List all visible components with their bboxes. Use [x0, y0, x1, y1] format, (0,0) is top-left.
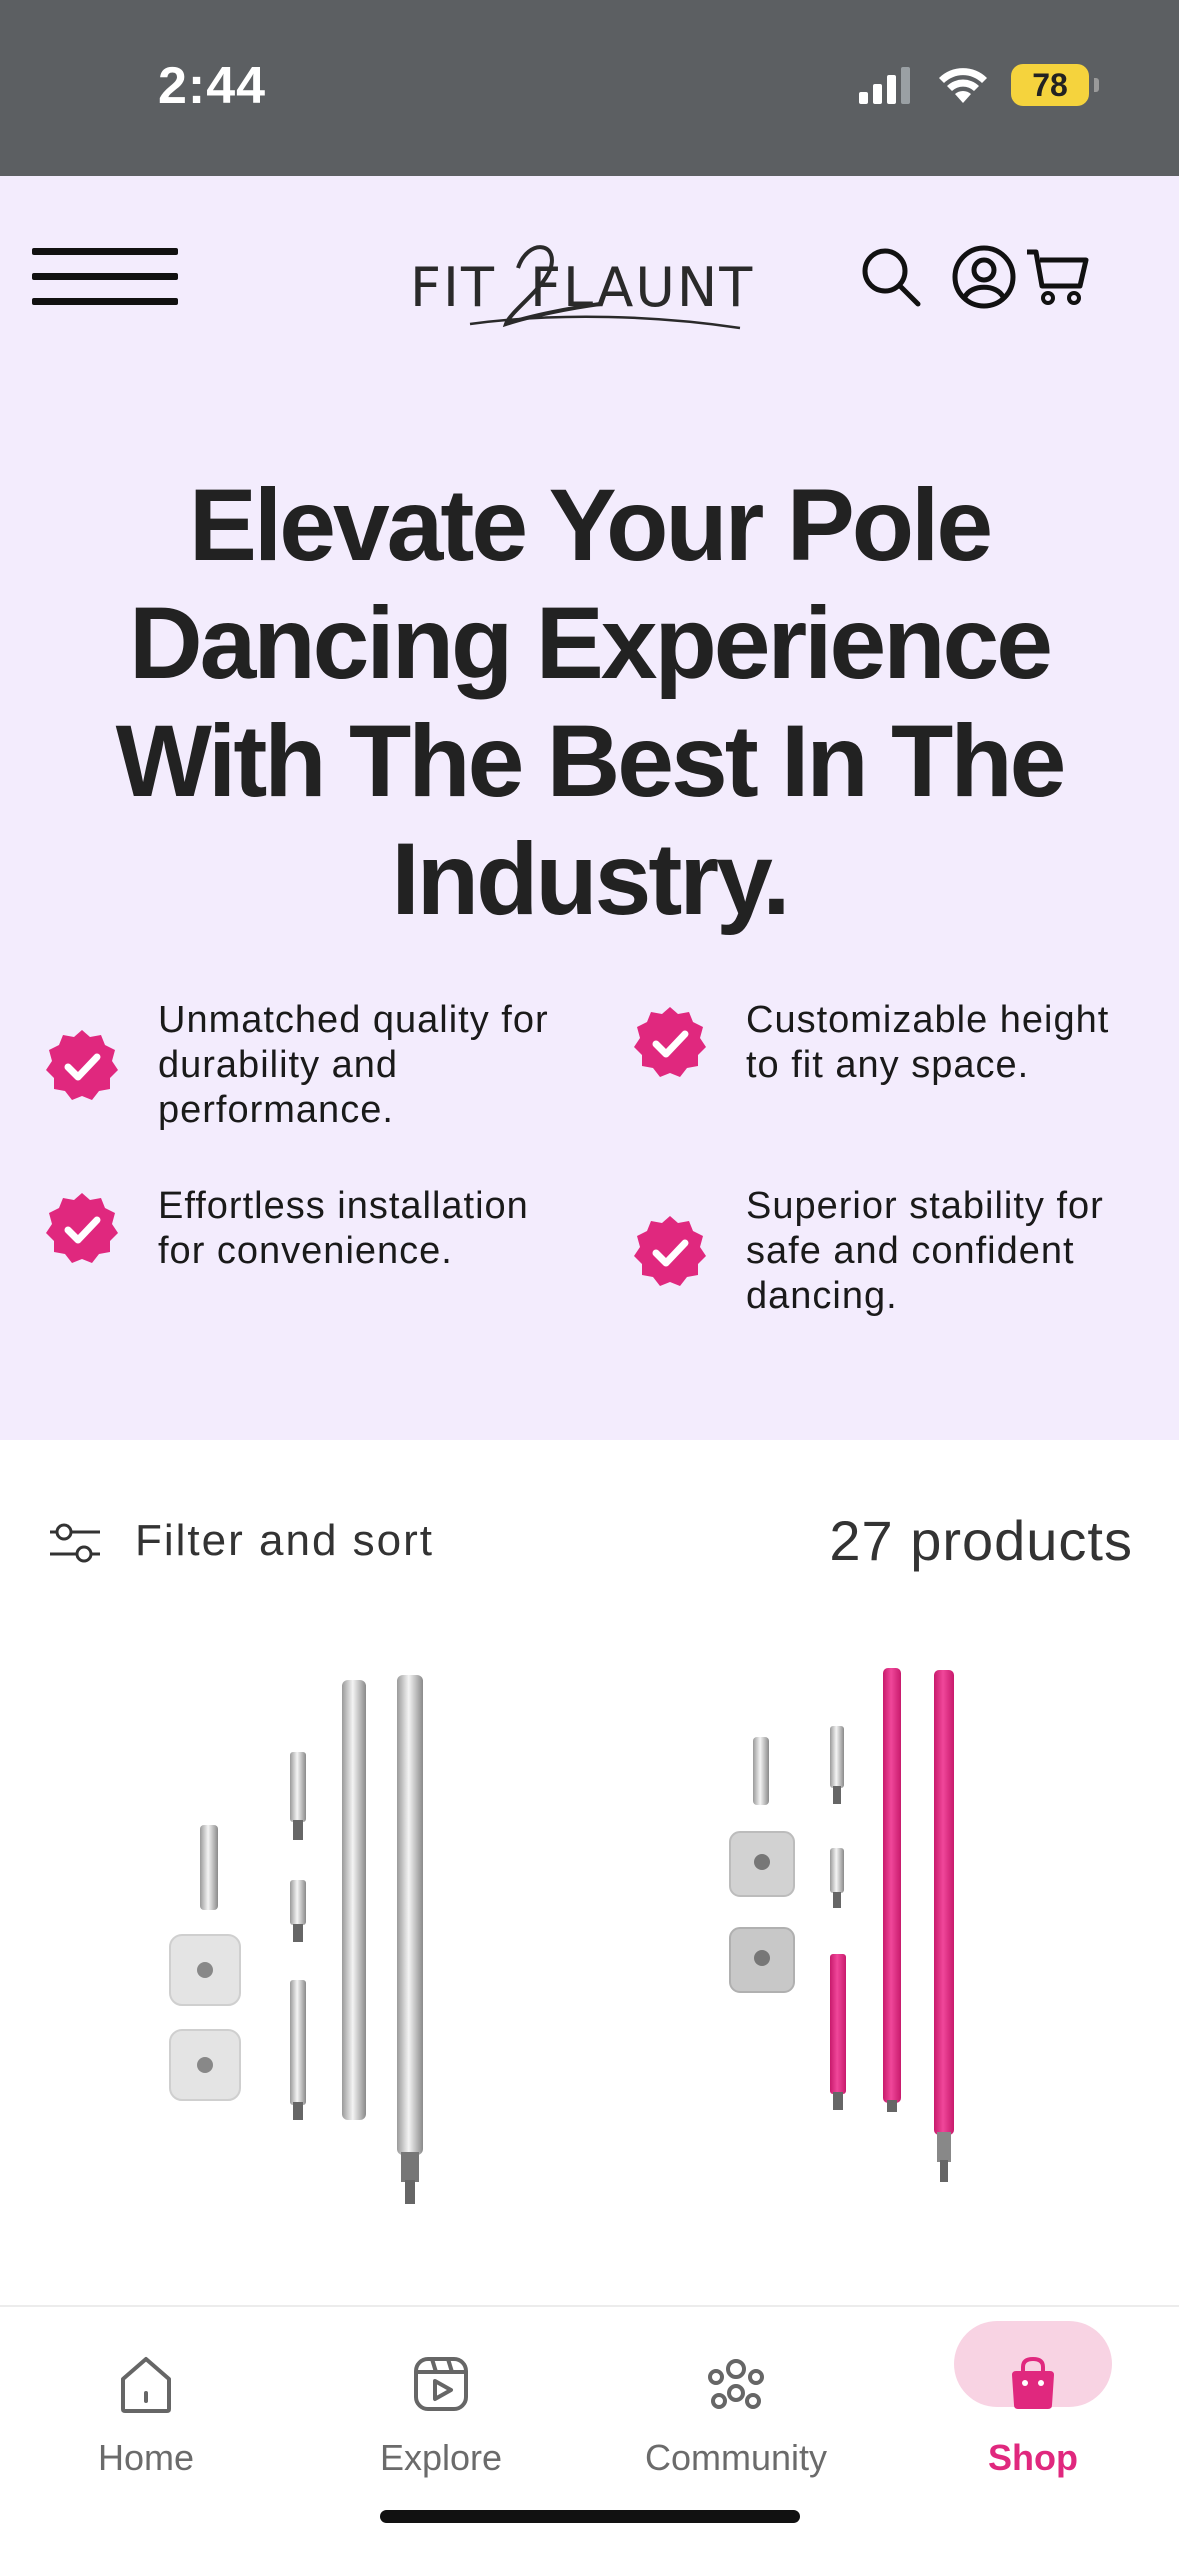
nav-shop-label: Shop — [988, 2437, 1078, 2478]
feature-text: Customizable height to fit any space. — [746, 999, 1110, 1086]
product-count: 27 products — [829, 1509, 1133, 1572]
brand-logo[interactable]: FIT FLAUNT — [410, 228, 770, 338]
home-icon — [121, 2357, 171, 2413]
feature-text: Unmatched quality for durability and per… — [158, 999, 549, 1131]
filter-sort-button[interactable]: Filter and sort — [135, 1516, 434, 1566]
product-card[interactable] — [20, 1640, 580, 2220]
verified-badge-icon — [634, 1215, 706, 1286]
hero-title: Elevate Your Pole Dancing Experience Wit… — [115, 468, 1067, 936]
community-icon — [708, 2359, 764, 2409]
nav-explore[interactable]: Explore — [326, 2327, 556, 2478]
battery-indicator: 78 — [1011, 64, 1099, 106]
feature-item: Unmatched quality for durability and per… — [44, 998, 564, 1133]
menu-icon[interactable] — [32, 248, 178, 310]
signal-icon — [859, 67, 910, 104]
verified-badge-icon — [46, 1029, 118, 1100]
account-icon[interactable] — [951, 244, 1017, 310]
svg-text:FLAUNT: FLAUNT — [530, 256, 754, 319]
feature-item: Effortless installation for convenience. — [44, 1184, 564, 1274]
product-image-pink-pole — [729, 1668, 954, 2182]
explore-icon — [414, 2357, 468, 2411]
nav-home-label: Home — [97, 2437, 195, 2478]
nav-community[interactable]: Community — [621, 2327, 851, 2478]
filter-bar: Filter and sort 27 products — [0, 1440, 1179, 1640]
status-bar: 2:44 78 — [0, 0, 1179, 176]
nav-home[interactable]: Home — [31, 2327, 261, 2478]
product-image-chrome-pole — [169, 1675, 423, 2204]
status-icons: 78 — [857, 60, 1099, 110]
search-icon[interactable] — [858, 244, 924, 310]
feature-text: Superior stability for safe and confiden… — [746, 1185, 1104, 1317]
site-header: FIT FLAUNT — [0, 176, 1179, 386]
shop-bag-icon — [1012, 2356, 1054, 2409]
verified-badge-icon — [634, 1007, 706, 1077]
nav-explore-label: Explore — [379, 2437, 503, 2478]
nav-shop[interactable]: Shop — [918, 2327, 1148, 2478]
feature-item: Customizable height to fit any space. — [632, 998, 1152, 1088]
cart-icon[interactable] — [1024, 244, 1090, 310]
product-card[interactable] — [600, 1640, 1160, 2220]
wifi-icon — [939, 68, 987, 103]
feature-text: Effortless installation for convenience. — [158, 1185, 529, 1272]
status-time: 2:44 — [158, 57, 267, 115]
nav-community-label: Community — [644, 2437, 828, 2478]
filter-sliders-icon[interactable] — [48, 1520, 102, 1566]
home-indicator[interactable] — [380, 2510, 800, 2523]
feature-item: Superior stability for safe and confiden… — [632, 1184, 1152, 1319]
hero-section: Elevate Your Pole Dancing Experience Wit… — [0, 386, 1179, 1440]
verified-badge-icon — [46, 1193, 118, 1263]
svg-text:FIT: FIT — [410, 256, 496, 319]
logo-graphic: FIT FLAUNT — [410, 245, 754, 330]
